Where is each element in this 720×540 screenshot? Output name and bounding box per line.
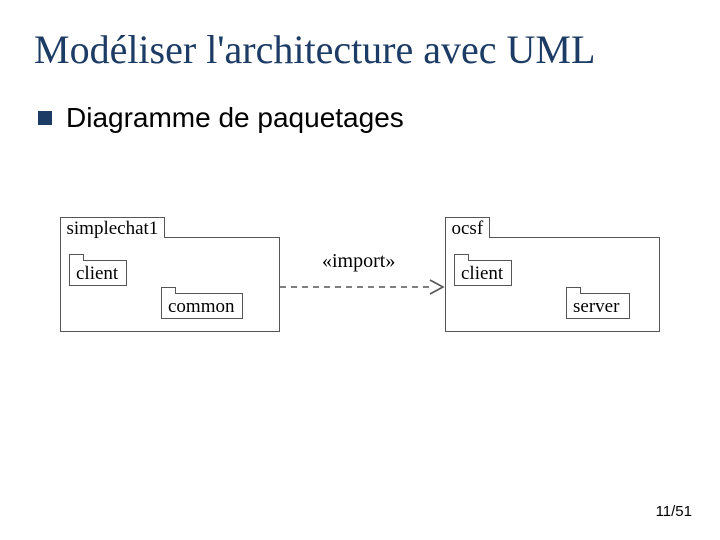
inner-package-client: client (454, 260, 512, 286)
uml-package-diagram: simplechat1 client common ocsf client se… (60, 215, 660, 415)
inner-package-label: client (455, 261, 511, 287)
bullet-item: Diagramme de paquetages (38, 102, 686, 134)
package-mini-tab-icon (454, 254, 469, 261)
inner-package-label: common (162, 294, 242, 320)
slide: Modéliser l'architecture avec UML Diagra… (0, 0, 720, 540)
package-tab: ocsf (445, 217, 491, 238)
inner-package-label: server (567, 294, 629, 320)
package-tab: simplechat1 (60, 217, 166, 238)
inner-package-server: server (566, 293, 630, 319)
package-simplechat1: simplechat1 client common (60, 237, 280, 332)
square-bullet-icon (38, 111, 52, 125)
slide-title: Modéliser l'architecture avec UML (34, 28, 686, 72)
inner-package-label: client (70, 261, 126, 287)
inner-package-client: client (69, 260, 127, 286)
dependency-stereotype: «import» (322, 250, 395, 273)
page-number: 11/51 (656, 503, 692, 520)
dependency-arrow-icon (280, 277, 445, 297)
package-mini-tab-icon (566, 287, 581, 294)
package-mini-tab-icon (69, 254, 84, 261)
package-mini-tab-icon (161, 287, 176, 294)
bullet-text: Diagramme de paquetages (66, 102, 404, 134)
package-ocsf: ocsf client server (445, 237, 660, 332)
inner-package-common: common (161, 293, 243, 319)
